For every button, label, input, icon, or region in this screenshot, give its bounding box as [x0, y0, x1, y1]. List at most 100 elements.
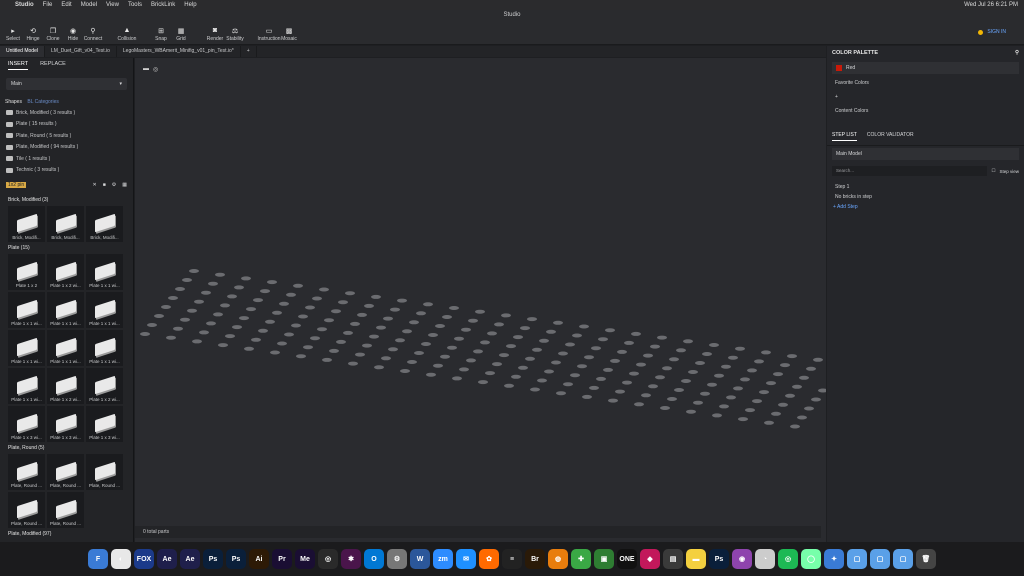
dock-app-icon[interactable]: ▢ [847, 549, 867, 569]
menu-help[interactable]: Help [184, 2, 196, 8]
part-tile[interactable]: Plate, Round ... [47, 492, 84, 528]
menu-bricklink[interactable]: BrickLink [151, 2, 175, 8]
dock-app-icon[interactable]: Pr [272, 549, 292, 569]
tool-mosaic-button[interactable]: ▩ Mosaic [280, 27, 298, 42]
category-item[interactable]: Plate ( 15 results ) [0, 119, 133, 131]
tool-connect-button[interactable]: ⚲ Connect [84, 27, 103, 42]
dock-app-icon[interactable]: Br [525, 549, 545, 569]
menu-view[interactable]: View [106, 2, 119, 8]
result-group-header[interactable]: Plate, Modified (97) [0, 528, 133, 540]
shapes-header[interactable]: Shapes BL Categories [0, 95, 133, 107]
part-tile[interactable]: Plate 1 x 1 wi... [86, 292, 123, 328]
dock-app-icon[interactable]: ✱ [341, 549, 361, 569]
white-square-icon[interactable]: ■ [103, 182, 106, 188]
dock-app-icon[interactable]: Ai [249, 549, 269, 569]
dock-app-icon[interactable]: ✿ [479, 549, 499, 569]
category-item[interactable]: Plate, Modified ( 94 results ) [0, 142, 133, 154]
part-tile[interactable]: Plate, Round ... [86, 454, 123, 490]
category-item[interactable]: Plate, Round ( 5 results ) [0, 130, 133, 142]
tool-instruction-button[interactable]: ▭ Instruction [257, 27, 280, 42]
tool-select-button[interactable]: ▸ Select [4, 27, 22, 42]
part-tile[interactable]: Plate 1 x 1 wi... [8, 330, 45, 366]
result-group-header[interactable]: Plate (15) [0, 242, 133, 254]
dock-app-icon[interactable]: ⚙ [387, 549, 407, 569]
clock[interactable]: Wed Jul 26 6:21 PM [964, 2, 1018, 8]
tool-stability-button[interactable]: ⚖ Stability [226, 27, 244, 42]
part-tile[interactable]: Plate 1 x 3 wi... [8, 406, 45, 442]
part-tile[interactable]: Plate 1 x 1 wi... [47, 292, 84, 328]
dock-app-icon[interactable]: Ps [226, 549, 246, 569]
dock-app-icon[interactable]: ✚ [571, 549, 591, 569]
dock-app-icon[interactable]: Ae [180, 549, 200, 569]
baseplate[interactable] [135, 58, 826, 542]
category-item[interactable]: Tile ( 1 results ) [0, 153, 133, 165]
part-tile[interactable]: Brick, Modifi... [47, 206, 84, 242]
dock-app-icon[interactable]: W [410, 549, 430, 569]
step-search-input[interactable]: Search... [832, 166, 988, 176]
menu-app-name[interactable]: Studio [15, 2, 34, 8]
dock-app-icon[interactable]: ◯ [801, 549, 821, 569]
gear-icon[interactable]: ⚙ [112, 182, 116, 188]
part-tile[interactable]: Plate 1 x 2 wi... [47, 368, 84, 404]
part-tile[interactable]: Plate, Round ... [8, 492, 45, 528]
bl-categories-link[interactable]: BL Categories [27, 99, 59, 105]
eyedropper-icon[interactable]: ⚲ [1015, 50, 1019, 56]
dock-app-icon[interactable]: ONE [617, 549, 637, 569]
grid-view-icon[interactable]: ▦ [122, 182, 127, 188]
tool-collision-button[interactable]: ▲ Collision [118, 27, 137, 42]
dock-app-icon[interactable]: F [88, 549, 108, 569]
result-group-header[interactable]: Brick, Modified (3) [0, 194, 133, 206]
dock-app-icon[interactable]: O [364, 549, 384, 569]
dock-app-icon[interactable]: ▤ [663, 549, 683, 569]
part-tile[interactable]: Plate 1 x 2 wi... [47, 254, 84, 290]
tab-color-validator[interactable]: COLOR VALIDATOR [867, 132, 914, 141]
palette-dropdown[interactable]: Main ▾ [6, 78, 127, 90]
tool-grid-button[interactable]: ▦ Grid [172, 27, 190, 42]
menu-tools[interactable]: Tools [128, 2, 142, 8]
model-select[interactable]: Main Model [832, 148, 1019, 160]
document-tab[interactable]: Untitled Model [0, 46, 45, 57]
menu-edit[interactable]: Edit [61, 2, 71, 8]
part-tile[interactable]: Plate 1 x 1 wi... [8, 368, 45, 404]
tool-hinge-button[interactable]: ⟲ Hinge [24, 27, 42, 42]
add-step-button[interactable]: + Add Step [827, 202, 1024, 212]
document-tab[interactable]: LM_Duet_Gift_v04_Test.io [45, 46, 117, 57]
dock-app-icon[interactable]: ▢ [893, 549, 913, 569]
tab-step-list[interactable]: STEP LIST [832, 132, 857, 141]
3d-viewport[interactable]: ▬ ◎ 0 total parts [135, 58, 826, 542]
dock-app-icon[interactable]: ▣ [594, 549, 614, 569]
part-tile[interactable]: Plate, Round ... [47, 454, 84, 490]
menu-model[interactable]: Model [81, 2, 97, 8]
favorite-colors-toggle[interactable]: Favorite Colors [827, 76, 1024, 90]
dock-app-icon[interactable]: Ps [709, 549, 729, 569]
dock-app-icon[interactable]: ▬ [686, 549, 706, 569]
part-tile[interactable]: Brick, Modifi... [8, 206, 45, 242]
step-view-checkbox[interactable]: ☐ [991, 168, 995, 174]
color-select[interactable]: Red [832, 62, 1019, 74]
dock-app-icon[interactable]: zm [433, 549, 453, 569]
part-tile[interactable]: Brick, Modifi... [86, 206, 123, 242]
dock-app-icon[interactable]: ◎ [318, 549, 338, 569]
dock-app-icon[interactable]: ✦ [824, 549, 844, 569]
step-1[interactable]: Step 1 [827, 182, 1024, 192]
dock-app-icon[interactable]: ◐ [111, 549, 131, 569]
part-tile[interactable]: Plate, Round ... [8, 454, 45, 490]
tool-hide-button[interactable]: ◉ Hide [64, 27, 82, 42]
dock-app-icon[interactable]: ◍ [548, 549, 568, 569]
add-favorite-icon[interactable]: + [827, 90, 1024, 104]
tool-snap-button[interactable]: ⊞ Snap [152, 27, 170, 42]
part-tile[interactable]: Plate 1 x 1 wi... [86, 330, 123, 366]
part-tile[interactable]: Plate 1 x 2 wi... [86, 368, 123, 404]
dock-app-icon[interactable]: Me [295, 549, 315, 569]
content-colors-toggle[interactable]: Content Colors [827, 104, 1024, 118]
part-tile[interactable]: Plate 1 x 2 [8, 254, 45, 290]
dock-app-icon[interactable]: ◆ [640, 549, 660, 569]
sign-in-button[interactable]: SIGN IN [978, 29, 1006, 35]
category-item[interactable]: Technic ( 3 results ) [0, 165, 133, 177]
dock-app-icon[interactable]: FOX [134, 549, 154, 569]
dock-app-icon[interactable]: ✉ [456, 549, 476, 569]
dock-app-icon[interactable]: ▢ [870, 549, 890, 569]
tab-insert[interactable]: INSERT [8, 61, 29, 70]
category-item[interactable]: Brick, Modified ( 3 results ) [0, 107, 133, 119]
dock-app-icon[interactable]: ◉ [732, 549, 752, 569]
